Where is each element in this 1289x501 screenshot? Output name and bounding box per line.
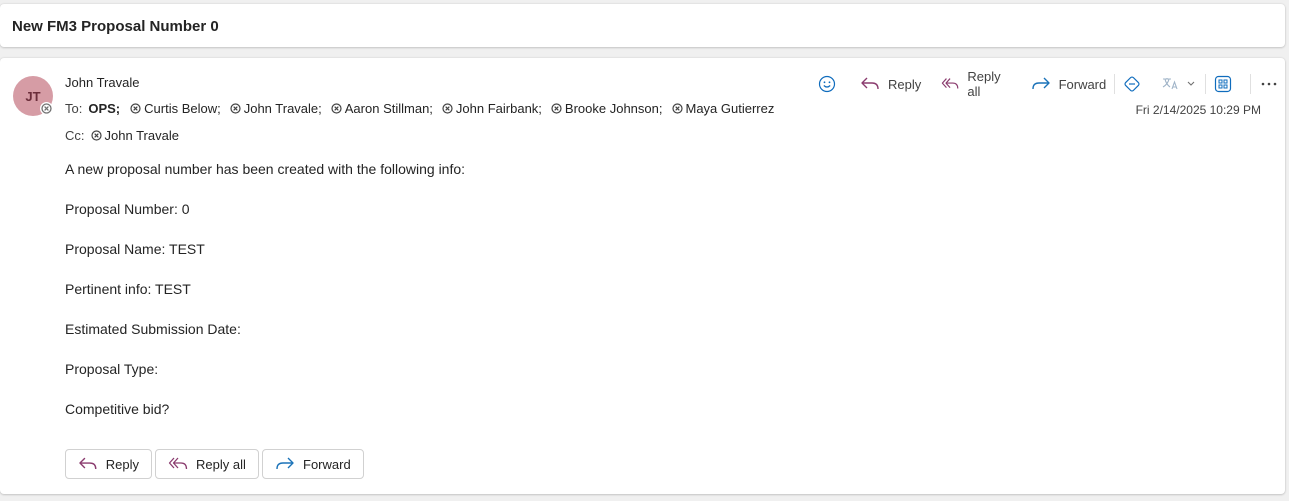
apps-button[interactable] (1214, 75, 1240, 93)
recipient-name: Maya Gutierrez (685, 101, 775, 116)
recipient-name: John Travale (104, 128, 179, 143)
footer-forward-button[interactable]: Forward (262, 449, 364, 479)
reply-label: Reply (888, 76, 922, 92)
emoji-reaction-button[interactable] (818, 75, 844, 93)
more-actions-button[interactable] (1261, 82, 1285, 86)
body-line-intro: A new proposal number has been created w… (65, 161, 466, 177)
reply-all-icon (942, 78, 959, 89)
reply-icon (861, 77, 879, 90)
tag-icon (1124, 76, 1140, 92)
recipient[interactable]: John Fairbank; (442, 101, 542, 116)
forward-icon (276, 457, 294, 470)
message-card: JT John Travale To: OPS; Curtis Below; J… (0, 58, 1285, 494)
reply-button[interactable]: Reply (860, 76, 921, 92)
recipient-name: John Travale; (243, 101, 322, 116)
toolbar-divider (1250, 74, 1252, 94)
more-options-icon (1261, 82, 1277, 86)
message-date: Fri 2/14/2025 10:29 PM (1135, 103, 1261, 117)
immersive-reader-button[interactable] (1123, 75, 1149, 93)
chevron-down-icon (1187, 81, 1195, 86)
toolbar-divider (1205, 74, 1207, 94)
translate-icon (1162, 78, 1178, 90)
forward-label: Forward (1058, 76, 1107, 92)
body-line-pertinent-info: Pertinent info: TEST (65, 281, 191, 297)
subject-bar: New FM3 Proposal Number 0 (0, 4, 1285, 47)
recipient[interactable]: Curtis Below; (130, 101, 221, 116)
recipient-name: Brooke Johnson; (564, 101, 663, 116)
recipient[interactable]: Brooke Johnson; (551, 101, 663, 116)
remove-recipient-icon (671, 103, 683, 114)
cc-line: Cc: John Travale (65, 128, 188, 143)
email-subject: New FM3 Proposal Number 0 (12, 18, 219, 35)
body-line-proposal-type: Proposal Type: (65, 361, 159, 377)
body-line-submission-date: Estimated Submission Date: (65, 321, 241, 337)
recipient[interactable]: Maya Gutierrez (671, 101, 775, 116)
to-label: To: (65, 101, 83, 116)
footer-reply-all-button[interactable]: Reply all (155, 449, 259, 479)
recipient-name: Aaron Stillman; (344, 101, 433, 116)
recipient[interactable]: John Travale (90, 128, 179, 143)
translate-dropdown-button[interactable] (1161, 76, 1195, 92)
remove-recipient-icon (230, 103, 241, 114)
body-line-competitive-bid: Competitive bid? (65, 401, 170, 417)
toolbar-divider (1114, 74, 1116, 94)
recipient[interactable]: Aaron Stillman; (331, 101, 433, 116)
reply-all-icon (168, 457, 188, 470)
apps-grid-icon (1214, 75, 1232, 93)
body-line-proposal-name: Proposal Name: TEST (65, 241, 205, 257)
remove-recipient-icon (551, 103, 562, 114)
forward-icon (1031, 77, 1050, 90)
remove-recipient-icon (90, 130, 102, 141)
reply-all-button[interactable]: Reply all (941, 69, 1012, 99)
remove-recipient-icon (442, 103, 453, 114)
footer-reply-label: Reply (105, 456, 139, 472)
footer-reply-button[interactable]: Reply (65, 449, 152, 479)
avatar-initials: JT (25, 88, 41, 104)
recipient-name: John Fairbank; (455, 101, 542, 116)
message-actions: Reply Reply all Forward (818, 69, 1285, 99)
smiley-icon (818, 75, 836, 93)
footer-reply-all-label: Reply all (196, 456, 246, 472)
reply-all-label: Reply all (967, 69, 1001, 99)
to-group-ops[interactable]: OPS; (88, 101, 120, 116)
sender-name[interactable]: John Travale (65, 75, 139, 90)
footer-forward-label: Forward (303, 456, 351, 472)
recipient[interactable]: John Travale; (230, 101, 322, 116)
recipient-name: Curtis Below; (144, 101, 221, 116)
presence-unknown-icon (40, 102, 53, 115)
forward-button[interactable]: Forward (1031, 76, 1107, 92)
to-line: To: OPS; Curtis Below; John Travale; Aar… (65, 101, 783, 116)
reply-icon (79, 457, 97, 469)
cc-label: Cc: (65, 128, 85, 143)
remove-recipient-icon (130, 103, 141, 114)
body-line-proposal-number: Proposal Number: 0 (65, 201, 190, 217)
remove-recipient-icon (331, 103, 342, 114)
